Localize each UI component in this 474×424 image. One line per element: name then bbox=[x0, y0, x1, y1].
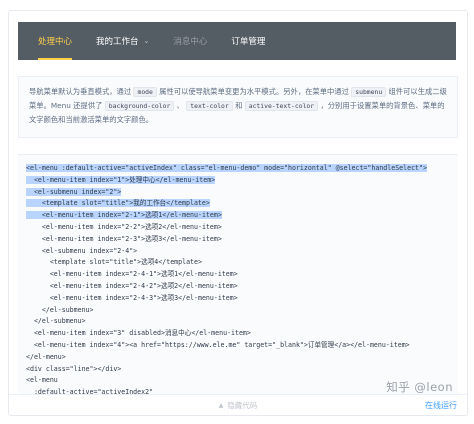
desc-text: 和 bbox=[235, 101, 243, 110]
code-line-text: <el-menu-item index="2-4-2">选项2</el-menu… bbox=[26, 281, 238, 290]
desc-text: 导航菜单默认为垂直模式，通过 bbox=[29, 87, 132, 96]
inline-code: submenu bbox=[351, 87, 387, 97]
code-line-text: <el-menu :default-active="activeIndex" c… bbox=[26, 164, 427, 172]
code-line: <el-menu-item index="4"><a href="https:/… bbox=[26, 340, 458, 352]
code-line-text: </el-menu> bbox=[26, 352, 66, 361]
code-line-text: <el-menu-item index="4"><a href="https:/… bbox=[26, 340, 410, 349]
chevron-down-icon: ⌄ bbox=[143, 37, 150, 45]
menu-item-processing-center[interactable]: 处理中心 bbox=[38, 22, 73, 60]
code-line: <el-menu-item index="2-4-2">选项2</el-menu… bbox=[26, 281, 458, 293]
code-line-text: <el-submenu index="2-4"> bbox=[26, 246, 138, 255]
horizontal-menu: 处理中心 我的工作台 ⌄ 消息中心 订单管理 bbox=[18, 22, 456, 60]
inline-code: active-text-color bbox=[244, 101, 319, 111]
desc-text: 属性可以使导航菜单变更为水平模式。另外，在菜单中通过 bbox=[159, 87, 349, 96]
inline-code: background-color bbox=[104, 101, 175, 111]
menu-item-label: 我的工作台 bbox=[96, 37, 139, 47]
code-line: <el-menu-item index="3" disabled>消息中心</e… bbox=[26, 328, 458, 340]
caret-up-icon: ▲ bbox=[218, 401, 224, 409]
code-block[interactable]: <el-menu :default-active="activeIndex" c… bbox=[18, 154, 458, 407]
submenu-my-workbench[interactable]: 我的工作台 ⌄ bbox=[96, 22, 149, 60]
code-line-text: <template slot="title">我的工作台</template> bbox=[26, 199, 210, 208]
code-line: </el-submenu> bbox=[26, 305, 458, 317]
code-line: <el-menu-item index="2-1">选项1</el-menu-i… bbox=[26, 210, 458, 222]
demo-block: 处理中心 我的工作台 ⌄ 消息中心 订单管理 导航菜单默认为垂直模式，通过 mo… bbox=[8, 10, 468, 416]
code-line: <el-submenu index="2"> bbox=[26, 187, 458, 199]
code-line: <el-menu-item index="1">处理中心</el-menu-it… bbox=[26, 175, 458, 187]
code-line-text: <el-menu-item index="2-1">选项1</el-menu-i… bbox=[26, 211, 222, 220]
hide-code-label: 隐藏代码 bbox=[227, 400, 258, 410]
code-line-text: <el-menu-item index="2-2">选项2</el-menu-i… bbox=[26, 222, 222, 231]
code-line: <template slot="title">我的工作台</template> bbox=[26, 198, 458, 210]
code-line-text: <template slot="title">选项4</template> bbox=[26, 258, 202, 267]
code-line-text: <el-menu-item index="1">处理中心</el-menu-it… bbox=[26, 175, 216, 184]
code-line: <el-submenu index="2-4"> bbox=[26, 246, 458, 258]
inline-code: mode bbox=[133, 87, 157, 97]
code-line-text: <el-menu-item index="2-4-1">选项1</el-menu… bbox=[26, 270, 238, 279]
desc-text: 、 bbox=[176, 101, 184, 110]
code-line: <el-menu-item index="2-4-1">选项1</el-menu… bbox=[26, 269, 458, 281]
code-line: <template slot="title">选项4</template> bbox=[26, 257, 458, 269]
code-line: <el-menu-item index="2-2">选项2</el-menu-i… bbox=[26, 222, 458, 234]
code-line-text: <el-menu bbox=[26, 376, 58, 385]
run-online-link[interactable]: 在线运行 bbox=[425, 400, 457, 411]
menu-item-label: 处理中心 bbox=[38, 37, 73, 47]
code-line: <el-menu :default-active="activeIndex" c… bbox=[26, 163, 458, 175]
code-line-text: <el-menu-item index="2-4-3">选项3</el-menu… bbox=[26, 293, 238, 302]
menu-item-message-center: 消息中心 bbox=[173, 22, 207, 60]
menu-item-label: 消息中心 bbox=[173, 37, 208, 47]
code-line: </el-submenu> bbox=[26, 316, 458, 328]
code-line-text: <el-menu-item index="3" disabled>消息中心</e… bbox=[26, 329, 251, 338]
menu-item-label: 订单管理 bbox=[231, 37, 266, 47]
inline-code: text-color bbox=[186, 101, 233, 111]
code-line-text: <el-menu-item index="2-3">选项3</el-menu-i… bbox=[26, 234, 222, 243]
code-line: <div class="line"></div> bbox=[26, 364, 458, 376]
code-line-text: <el-submenu index="2"> bbox=[26, 187, 122, 196]
code-line: <el-menu-item index="2-4-3">选项3</el-menu… bbox=[26, 293, 458, 305]
description-panel: 导航菜单默认为垂直模式，通过 mode 属性可以使导航菜单变更为水平模式。另外，… bbox=[18, 76, 458, 138]
code-line: <el-menu-item index="2-3">选项3</el-menu-i… bbox=[26, 234, 458, 246]
code-line-text: </el-submenu> bbox=[26, 317, 86, 326]
code-line: </el-menu> bbox=[26, 352, 458, 364]
watermark: 知乎 @leon bbox=[386, 380, 453, 394]
code-toggle-bar[interactable]: ▲ 隐藏代码 在线运行 bbox=[9, 394, 467, 415]
code-line-text: </el-submenu> bbox=[26, 305, 94, 314]
menu-item-order-management[interactable]: 订单管理 bbox=[231, 22, 265, 60]
code-line-text: <div class="line"></div> bbox=[26, 364, 122, 373]
